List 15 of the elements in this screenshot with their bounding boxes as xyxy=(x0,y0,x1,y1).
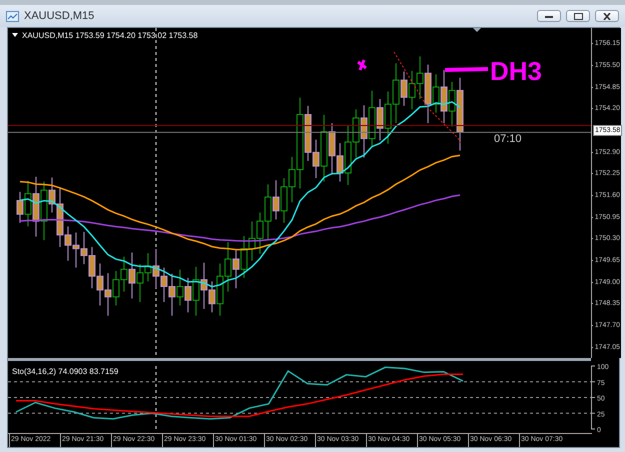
minimize-icon xyxy=(545,14,553,18)
dropdown-triangle-icon[interactable] xyxy=(12,33,18,37)
symbol-header: XAUUSD,M15 1753.59 1754.20 1753.02 1753.58 xyxy=(22,31,198,40)
annotation-text: DH3 xyxy=(490,56,542,86)
minimize-button[interactable] xyxy=(537,10,561,22)
window-title: XAUUSD,M15 xyxy=(24,10,96,22)
indicator-label: Sto(34,16,2) 74.0903 83.7159 xyxy=(12,367,118,376)
restore-icon xyxy=(574,12,582,20)
restore-button[interactable] xyxy=(566,10,590,22)
cross-mark-icon xyxy=(356,58,368,72)
annotation-line xyxy=(444,67,488,72)
window-icon xyxy=(6,10,19,22)
candle-countdown: 07:10 xyxy=(494,133,522,145)
close-icon xyxy=(603,12,611,20)
close-button[interactable] xyxy=(595,10,619,22)
